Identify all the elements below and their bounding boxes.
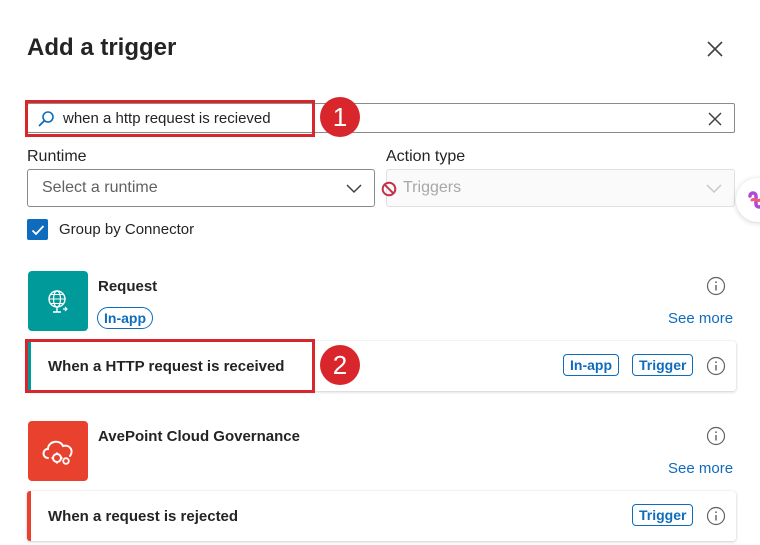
search-icon [38,111,54,127]
action-accent-bar [27,491,31,541]
group-by-connector-checkbox[interactable] [27,219,48,240]
in-app-badge: In-app [97,307,153,329]
action-accent-bar [27,341,31,391]
copilot-icon [748,191,760,209]
avepoint-connector-icon [28,421,88,481]
info-icon[interactable] [706,426,726,446]
avepoint-connector-name: AvePoint Cloud Governance [98,428,300,445]
runtime-placeholder: Select a runtime [42,179,158,196]
action-name: When a HTTP request is received [48,358,285,375]
see-more-link[interactable]: See more [668,310,733,327]
blocked-icon [381,181,397,197]
request-connector-icon [28,271,88,331]
copilot-button[interactable] [736,178,760,222]
action-when-request-rejected[interactable]: When a request is rejected Trigger [27,491,736,541]
dismiss-icon[interactable] [706,110,724,128]
see-more-link[interactable]: See more [668,460,733,477]
runtime-dropdown[interactable]: Select a runtime [27,169,375,207]
callout-badge-2: 2 [320,345,360,385]
info-icon[interactable] [706,356,726,376]
action-when-http-request-received[interactable]: When a HTTP request is received In-app T… [27,341,736,391]
globe-request-icon [48,290,68,313]
trigger-tag: Trigger [632,354,694,376]
info-icon[interactable] [706,506,726,526]
info-icon[interactable] [706,276,726,296]
runtime-label: Runtime [27,148,87,165]
close-button[interactable] [700,34,730,64]
callout-badge-1: 1 [320,97,360,137]
action-type-dropdown: Triggers [381,169,735,207]
action-name: When a request is rejected [48,508,239,525]
close-icon [707,41,723,57]
chevron-down-icon [706,184,722,194]
search-input[interactable]: when a http request is recieved [27,103,735,133]
trigger-tag: Trigger [632,504,694,526]
action-type-placeholder: Triggers [403,179,462,196]
group-by-connector-label: Group by Connector [59,221,195,238]
chevron-down-icon [346,184,362,194]
cloud-gears-icon [42,440,73,465]
request-connector-name: Request [98,278,158,295]
checkmark-icon [31,224,44,235]
search-value: when a http request is recieved [63,110,271,127]
action-type-label: Action type [386,148,466,165]
in-app-tag: In-app [563,354,619,376]
panel-title: Add a trigger [27,34,177,61]
